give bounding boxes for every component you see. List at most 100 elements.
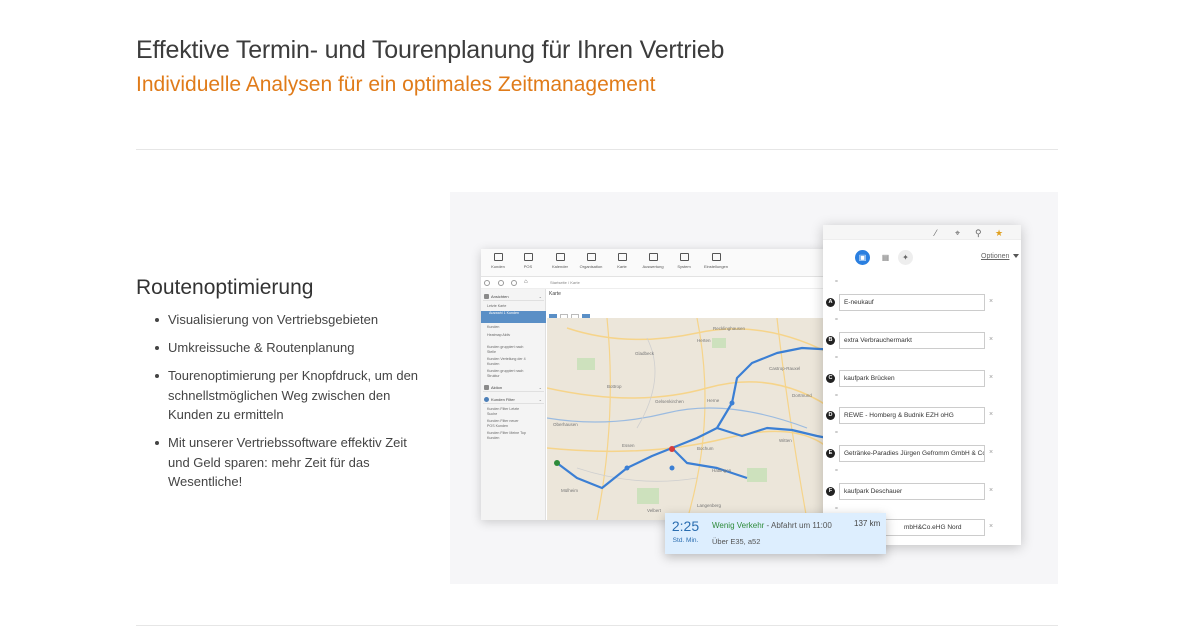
app-sidebar: Ansichten ⌄ Letzte Karte Auswahl 1 Kunden… — [481, 289, 546, 520]
map-place-label: Bochum — [697, 446, 714, 451]
star-icon[interactable]: ★ — [995, 228, 1003, 239]
tools-icon — [711, 253, 721, 261]
stop-input[interactable]: REWE - Homberg & Budnik EZH oHG — [839, 407, 985, 424]
toolbar-einstellungen[interactable]: Einstellungen — [701, 253, 731, 269]
map-place-label: Oberhausen — [553, 422, 578, 427]
traffic-status: Wenig Verkehr - Abfahrt um 11:00 — [712, 521, 832, 530]
bus-icon[interactable]: ▦ — [878, 250, 893, 265]
breadcrumb-row: ⌂ Startseite / Karte — [481, 277, 838, 289]
map-place-label: Herten — [697, 338, 711, 343]
toolbar-kunden[interactable]: Kunden — [483, 253, 513, 269]
drag-handle-icon[interactable]: = — [835, 507, 838, 512]
close-icon[interactable]: × — [989, 298, 993, 305]
forward-icon[interactable] — [498, 280, 504, 286]
map-tools — [549, 309, 593, 322]
sidebar-item[interactable]: Kunden — [487, 325, 544, 330]
sidebar-head-aktion[interactable]: Aktion ⌄ — [483, 383, 544, 392]
route-via: Über E35, a52 — [712, 537, 761, 546]
sidebar-item[interactable]: Kunden Filter neuer POS Kunden — [487, 419, 527, 428]
map-title: Karte — [549, 291, 561, 297]
views-icon — [484, 294, 489, 299]
drag-handle-icon[interactable]: = — [835, 356, 838, 361]
toolbar-kalender[interactable]: Kalender — [545, 253, 575, 269]
refresh-icon[interactable] — [511, 280, 517, 286]
system-icon — [679, 253, 689, 261]
toolbar-pos[interactable]: POS — [513, 253, 543, 269]
map-canvas — [547, 318, 838, 520]
stop-input[interactable]: kaufpark Deschauer — [839, 483, 985, 500]
sidebar-head-ansichten[interactable]: Ansichten ⌄ — [483, 292, 544, 301]
options-link[interactable]: Optionen — [981, 253, 1009, 260]
drag-handle-icon[interactable]: = — [835, 469, 838, 474]
walk-icon[interactable]: ✦ — [898, 250, 913, 265]
chevron-down-icon: ⌄ — [538, 397, 542, 402]
map-place-label: Herne — [707, 398, 720, 403]
feature-item: Umkreissuche & Routenplanung — [150, 338, 425, 358]
sidebar-head-filter[interactable]: Kunden Filter ⌄ — [483, 395, 544, 404]
chevron-down-icon[interactable] — [1013, 254, 1019, 258]
drag-handle-icon[interactable]: = — [835, 280, 838, 285]
app-window: Kunden POS Kalender Organisation Karte A… — [481, 249, 838, 520]
route-distance: 137 km — [854, 519, 881, 528]
sidebar-item[interactable]: Kunden gruppiert nach Stelle — [487, 345, 532, 354]
map-place-label: Langenberg — [697, 503, 722, 508]
sidebar-item[interactable]: Letzte Karte — [487, 304, 544, 309]
toolbar-system[interactable]: System — [669, 253, 699, 269]
drag-handle-icon[interactable]: = — [835, 318, 838, 323]
user-pin-icon[interactable]: ⚲ — [975, 228, 982, 239]
action-icon — [484, 385, 489, 390]
feature-item: Visualisierung von Vertriebsgebieten — [150, 310, 425, 330]
sidebar-item[interactable]: Kunden Verteilung der 4 Kunden — [487, 357, 537, 366]
route-panel-topbar: ⁄ ⌖ ⚲ ★ — [823, 225, 1021, 240]
stop-input[interactable]: Getränke-Paradies Jürgen Gefromm GmbH & … — [839, 445, 985, 462]
user-filter-icon — [484, 397, 489, 402]
map-place-label: Dortmund — [792, 393, 812, 398]
close-icon[interactable]: × — [989, 449, 993, 456]
close-icon[interactable]: × — [989, 487, 993, 494]
map-place-label: Bottrop — [607, 384, 622, 389]
map-place-label: Velbert — [647, 508, 662, 513]
users-icon — [493, 253, 503, 261]
feature-item: Mit unserer Vertriebssoftware effektiv Z… — [150, 433, 425, 492]
stop-marker-a: A — [826, 298, 835, 307]
map-place-label: Hattingen — [712, 468, 732, 473]
route-summary-card[interactable]: 2:25 Std. Min. Wenig Verkehr - Abfahrt u… — [665, 513, 886, 554]
map-place-label: Gladbeck — [635, 351, 655, 356]
toolbar-organisation[interactable]: Organisation — [576, 253, 606, 269]
toolbar-auswertung[interactable]: Auswertung — [638, 253, 668, 269]
map-pin-icon[interactable]: ⌖ — [955, 228, 960, 239]
drag-handle-icon[interactable]: = — [835, 394, 838, 399]
car-icon[interactable]: ▣ — [855, 250, 870, 265]
wand-icon[interactable]: ⁄ — [935, 228, 937, 238]
map-place-label: Gelsenkirchen — [655, 399, 684, 404]
sidebar-item[interactable]: Kunden Filter Letzte Suche — [487, 407, 527, 416]
eta-duration: 2:25 Std. Min. — [671, 518, 700, 544]
map-icon — [617, 253, 627, 261]
sidebar-item[interactable]: Heatmap Aktiv — [487, 333, 527, 338]
close-icon[interactable]: × — [989, 411, 993, 418]
map-place-label: Mülheim — [561, 488, 579, 493]
stop-input[interactable]: kaufpark Brücken — [839, 370, 985, 387]
divider-bottom — [136, 625, 1058, 626]
map-place-label: Essen — [622, 443, 635, 448]
sidebar-item[interactable]: Kunden Filter Meine Top Kunden — [487, 431, 527, 440]
close-icon[interactable]: × — [989, 336, 993, 343]
toolbar-karte[interactable]: Karte — [607, 253, 637, 269]
close-icon[interactable]: × — [989, 523, 993, 530]
stop-marker-d: D — [826, 411, 835, 420]
home-icon[interactable]: ⌂ — [524, 279, 528, 285]
stop-marker-e: E — [826, 449, 835, 458]
close-icon[interactable]: × — [989, 374, 993, 381]
map-place-label: Recklinghausen — [713, 326, 746, 331]
breadcrumb: Startseite / Karte — [550, 280, 580, 285]
page-subtitle: Individuelle Analysen für ein optimales … — [136, 73, 656, 96]
stop-input[interactable]: extra Verbrauchermarkt — [839, 332, 985, 349]
sidebar-item[interactable]: Kunden gruppiert nach Struktur — [487, 369, 532, 378]
map-place-label: Castrop-Rauxel — [769, 366, 801, 371]
sidebar-item-selected[interactable]: Auswahl 1 Kunden — [481, 311, 546, 323]
back-icon[interactable] — [484, 280, 490, 286]
drag-handle-icon[interactable]: = — [835, 431, 838, 436]
map[interactable]: Recklinghausen Herten Castrop-Rauxel Gla… — [547, 318, 838, 520]
chevron-down-icon: ⌄ — [538, 294, 542, 299]
stop-input[interactable]: E-neukauf — [839, 294, 985, 311]
